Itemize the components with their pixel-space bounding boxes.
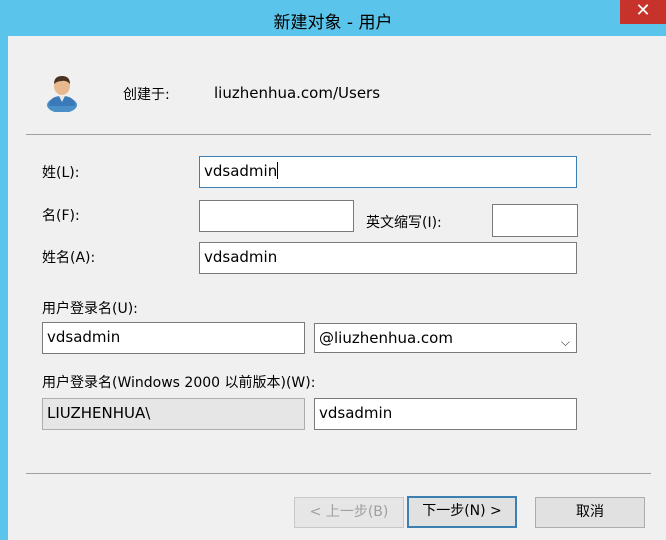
pre2000-logon-value: vdsadmin: [319, 404, 393, 422]
close-icon: ✕: [635, 0, 651, 21]
close-button[interactable]: ✕: [620, 0, 666, 24]
last-name-value: vdsadmin: [204, 162, 278, 180]
separator-bottom: [26, 473, 651, 474]
logon-name-field[interactable]: vdsadmin: [42, 322, 305, 354]
last-name-field[interactable]: vdsadmin: [199, 156, 577, 188]
title-bar[interactable]: 新建对象 - 用户 ✕: [0, 0, 666, 36]
initials-field[interactable]: [492, 204, 578, 237]
logon-name-value: vdsadmin: [47, 328, 121, 346]
chevron-down-icon: ⌵: [560, 335, 570, 349]
created-in-label: 创建于:: [123, 87, 170, 103]
back-button[interactable]: < 上一步(B): [294, 497, 404, 528]
pre2000-logon-label: 用户登录名(Windows 2000 以前版本)(W):: [42, 375, 316, 391]
next-button[interactable]: 下一步(N) >: [407, 496, 517, 528]
first-name-field[interactable]: [199, 200, 354, 232]
separator-top: [26, 134, 651, 135]
pre2000-logon-field[interactable]: vdsadmin: [314, 398, 577, 430]
full-name-value: vdsadmin: [204, 248, 278, 266]
logon-name-label: 用户登录名(U):: [42, 301, 138, 317]
created-in-path: liuzhenhua.com/Users: [214, 84, 381, 102]
window-title: 新建对象 - 用户: [273, 13, 393, 33]
upn-suffix-dropdown[interactable]: @liuzhenhua.com ⌵: [314, 323, 577, 353]
first-name-label: 名(F):: [42, 208, 80, 224]
upn-suffix-value: @liuzhenhua.com: [319, 329, 453, 347]
user-icon: [47, 76, 77, 112]
text-caret: [277, 162, 279, 179]
dialog-body: 创建于: liuzhenhua.com/Users 姓(L): vdsadmin…: [8, 36, 666, 540]
initials-label: 英文缩写(I):: [366, 215, 442, 231]
last-name-label: 姓(L):: [42, 165, 80, 181]
full-name-label: 姓名(A):: [42, 250, 96, 266]
pre2000-domain-value: LIUZHENHUA\: [47, 404, 151, 422]
full-name-field[interactable]: vdsadmin: [199, 242, 577, 274]
cancel-button[interactable]: 取消: [535, 497, 645, 528]
pre2000-domain-field: LIUZHENHUA\: [42, 398, 305, 430]
